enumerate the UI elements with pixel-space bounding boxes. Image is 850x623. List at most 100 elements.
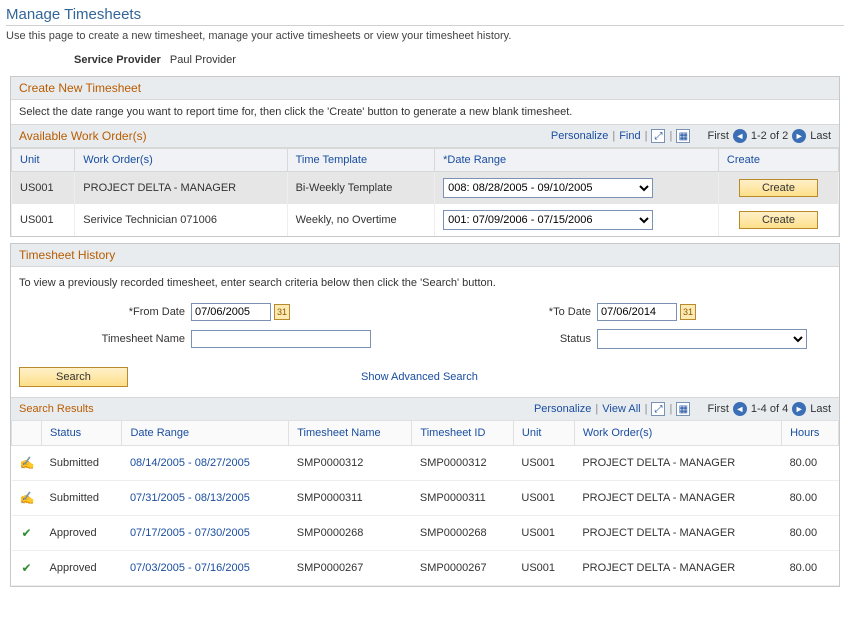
table-row: ✍ Submitted 07/31/2005 - 08/13/2005 SMP0000… (12, 481, 839, 516)
cell-name: SMP0000311 (289, 481, 412, 516)
service-provider-label: Service Provider (74, 54, 161, 66)
prev-icon[interactable]: ◄ (733, 402, 747, 416)
cell-wo: PROJECT DELTA - MANAGER (574, 446, 781, 481)
col-id[interactable]: Timesheet ID (412, 421, 513, 446)
nav-first[interactable]: First (708, 130, 729, 142)
cell-wo: PROJECT DELTA - MANAGER (574, 516, 781, 551)
cell-unit: US001 (513, 446, 574, 481)
page-intro: Use this page to create a new timesheet,… (6, 30, 844, 42)
advanced-search-link[interactable]: Show Advanced Search (361, 371, 478, 383)
separator: | (595, 403, 598, 415)
cell-id: SMP0000268 (412, 516, 513, 551)
col-name[interactable]: Timesheet Name (289, 421, 412, 446)
separator: | (669, 403, 672, 415)
nav-first[interactable]: First (708, 403, 729, 415)
cell-id: SMP0000312 (412, 446, 513, 481)
cell-status: Submitted (42, 446, 122, 481)
col-wo[interactable]: Work Order(s) (574, 421, 781, 446)
create-button[interactable]: Create (739, 179, 818, 197)
col-unit[interactable]: Unit (12, 149, 75, 172)
next-icon[interactable]: ► (792, 402, 806, 416)
cell-range: 001: 07/09/2006 - 07/15/2006 (435, 204, 719, 236)
cell-template: Bi-Weekly Template (287, 172, 435, 205)
cell-wo: PROJECT DELTA - MANAGER (75, 172, 287, 205)
service-provider-value: Paul Provider (170, 54, 236, 66)
zoom-icon[interactable]: ⤢ (651, 129, 665, 143)
create-button[interactable]: Create (739, 211, 818, 229)
col-daterange[interactable]: *Date Range (435, 149, 719, 172)
zoom-icon[interactable]: ⤢ (651, 402, 665, 416)
viewall-link[interactable]: View All (602, 403, 640, 415)
personalize-link[interactable]: Personalize (551, 130, 608, 142)
cell-unit: US001 (12, 172, 75, 205)
cell-unit: US001 (513, 516, 574, 551)
create-panel-note: Select the date range you want to report… (11, 100, 839, 124)
history-panel-note: To view a previously recorded timesheet,… (19, 277, 831, 289)
nav-last[interactable]: Last (810, 130, 831, 142)
status-label: Status (425, 333, 597, 345)
cell-id: SMP0000267 (412, 551, 513, 586)
wo-row: US001 PROJECT DELTA - MANAGER Bi-Weekly … (12, 172, 839, 205)
daterange-select[interactable]: 008: 08/28/2005 - 09/10/2005 (443, 178, 653, 198)
cell-id: SMP0000311 (412, 481, 513, 516)
col-hours[interactable]: Hours (782, 421, 839, 446)
available-wo-header: Available Work Order(s) Personalize | Fi… (11, 124, 839, 148)
table-row: ✍Submitted08/14/2005 - 08/27/2005SMP0000… (12, 446, 839, 481)
approved-icon: ✔ (20, 561, 34, 575)
daterange-select[interactable]: 001: 07/09/2006 - 07/15/2006 (443, 210, 653, 230)
calendar-icon[interactable]: 31 (274, 304, 290, 320)
col-status-icon (12, 421, 42, 446)
nav-last[interactable]: Last (810, 403, 831, 415)
cell-range: 008: 08/28/2005 - 09/10/2005 (435, 172, 719, 205)
find-link[interactable]: Find (619, 130, 640, 142)
timesheet-name-label: Timesheet Name (19, 333, 191, 345)
divider (6, 25, 844, 26)
col-range[interactable]: Date Range (122, 421, 289, 446)
cell-unit: US001 (513, 551, 574, 586)
col-status[interactable]: Status (42, 421, 122, 446)
status-select[interactable] (597, 329, 807, 349)
calendar-icon[interactable]: 31 (680, 304, 696, 320)
cell-name: SMP0000312 (289, 446, 412, 481)
col-wo[interactable]: Work Order(s) (75, 149, 287, 172)
timesheet-name-input[interactable] (191, 330, 371, 348)
from-date-input[interactable] (191, 303, 271, 321)
nav-range: 1-2 of 2 (751, 130, 788, 142)
personalize-link[interactable]: Personalize (534, 403, 591, 415)
approved-icon: ✔ (20, 526, 34, 540)
cell-name: SMP0000268 (289, 516, 412, 551)
grid-icon[interactable]: ▦ (676, 129, 690, 143)
create-panel: Create New Timesheet Select the date ran… (10, 76, 840, 237)
table-row: ✔Approved07/17/2005 - 07/30/2005SMP00002… (12, 516, 839, 551)
cell-daterange-link[interactable]: 07/31/2005 - 08/13/2005 (130, 492, 250, 504)
submitted-icon: ✍ (20, 491, 34, 505)
cell-hours: 80.00 (782, 446, 839, 481)
results-header: Search Results Personalize | View All | … (11, 397, 839, 420)
cell-status: Approved (42, 551, 122, 586)
cell-daterange-link[interactable]: 08/14/2005 - 08/27/2005 (130, 457, 250, 469)
cell-hours: 80.00 (782, 551, 839, 586)
separator: | (669, 130, 672, 142)
to-date-input[interactable] (597, 303, 677, 321)
history-panel-title: Timesheet History (11, 244, 839, 267)
col-unit[interactable]: Unit (513, 421, 574, 446)
cell-hours: 80.00 (782, 481, 839, 516)
col-template[interactable]: Time Template (287, 149, 435, 172)
grid-icon[interactable]: ▦ (676, 402, 690, 416)
col-create[interactable]: Create (718, 149, 838, 172)
separator: | (645, 403, 648, 415)
to-date-label: *To Date (425, 306, 597, 318)
cell-wo: Serivice Technician 071006 (75, 204, 287, 236)
cell-daterange-link[interactable]: 07/03/2005 - 07/16/2005 (130, 562, 250, 574)
separator: | (645, 130, 648, 142)
nav-range: 1-4 of 4 (751, 403, 788, 415)
prev-icon[interactable]: ◄ (733, 129, 747, 143)
cell-wo: PROJECT DELTA - MANAGER (574, 481, 781, 516)
cell-status: Submitted (42, 481, 122, 516)
from-date-label: *From Date (19, 306, 191, 318)
cell-unit: US001 (513, 481, 574, 516)
next-icon[interactable]: ► (792, 129, 806, 143)
cell-daterange-link[interactable]: 07/17/2005 - 07/30/2005 (130, 527, 250, 539)
search-button[interactable]: Search (19, 367, 128, 387)
wo-row: US001 Serivice Technician 071006 Weekly,… (12, 204, 839, 236)
